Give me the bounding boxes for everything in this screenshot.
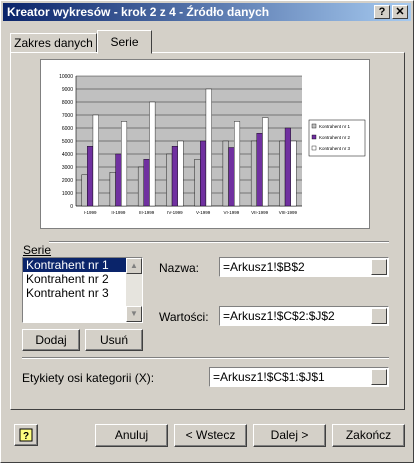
bar — [284, 127, 291, 207]
y-tick-label: 5000 — [62, 139, 73, 145]
next-label: Dalej > — [270, 428, 309, 442]
y-tick-label: 9000 — [62, 87, 73, 93]
bar — [137, 166, 145, 207]
chart-preview: 0 1000 2000 3000 4000 5000 6000 7000 8000 9000 100… — [40, 59, 370, 229]
values-label: Wartości: — [159, 310, 209, 324]
y-tick-label: 2000 — [62, 178, 73, 184]
bar — [87, 145, 94, 207]
add-series-button[interactable]: Dodaj — [22, 329, 80, 351]
remove-series-label: Usuń — [99, 333, 128, 347]
tab-series[interactable]: Serie — [97, 30, 152, 54]
close-button[interactable]: ✕ — [392, 5, 408, 19]
series-group-label-text: Serie — [23, 243, 52, 257]
tab-series-label: Serie — [110, 35, 139, 49]
legend-label: Kontrahent nr 2 — [319, 135, 351, 140]
series-name-field[interactable]: =Arkusz1!$B$2 — [219, 257, 389, 277]
legend-label: Kontrahent nr 1 — [319, 124, 351, 129]
x-tick-label: IV-1999 — [167, 210, 183, 215]
finish-label: Zakończ — [345, 428, 392, 442]
y-tick-label: 1000 — [62, 191, 73, 197]
next-button[interactable]: Dalej > — [253, 424, 326, 447]
series-list-item[interactable]: Kontrahent nr 3 — [23, 286, 142, 300]
help-button[interactable]: ? — [374, 5, 390, 19]
bar — [143, 158, 150, 207]
add-series-label: Dodaj — [35, 333, 67, 347]
cancel-label: Anuluj — [114, 428, 149, 442]
category-labels-field[interactable]: =Arkusz1!$C$1:$J$1 — [209, 367, 389, 387]
bar — [92, 114, 99, 207]
collapse-dialog-icon[interactable] — [371, 308, 387, 324]
bar — [262, 117, 269, 207]
tab-data-range[interactable]: Zakres danych — [10, 33, 97, 53]
back-label: < Wstecz — [185, 428, 236, 442]
y-tick-label: 10000 — [59, 74, 73, 80]
series-list[interactable]: Kontrahent nr 1 Kontrahent nr 2 Kontrahe… — [22, 257, 143, 323]
bar — [149, 101, 156, 207]
series-list-item[interactable]: Kontrahent nr 2 — [23, 272, 142, 286]
tab-data-range-label: Zakres danych — [14, 36, 93, 50]
series-name-value: =Arkusz1!$B$2 — [223, 260, 305, 274]
category-labels-value: =Arkusz1!$C$1:$J$1 — [213, 370, 325, 384]
chart-wizard-dialog: Kreator wykresów - krok 2 z 4 - Źródło d… — [0, 0, 414, 463]
series-list-item[interactable]: Kontrahent nr 1 — [23, 258, 142, 272]
x-tick-label: I-1999 — [84, 210, 97, 215]
bar — [279, 140, 286, 207]
x-tick-label: II-1999 — [111, 210, 126, 215]
bar — [81, 174, 88, 207]
bar — [120, 121, 128, 207]
series-list-scrollbar[interactable]: ▲ ▼ — [126, 258, 142, 322]
x-tick-label: VI-1999 — [223, 210, 239, 215]
title-bar: Kreator wykresów - krok 2 z 4 - Źródło d… — [3, 3, 411, 21]
x-tick-label: V-1999 — [196, 210, 211, 215]
bar — [200, 140, 207, 207]
bar — [256, 132, 263, 207]
category-labels-label: Etykiety osi kategorii (X): — [22, 371, 155, 385]
y-tick-label: 4000 — [62, 152, 73, 158]
y-tick-label: 6000 — [62, 126, 73, 132]
back-button[interactable]: < Wstecz — [174, 424, 247, 447]
bar — [177, 140, 184, 207]
series-values-field[interactable]: =Arkusz1!$C$2:$J$2 — [219, 306, 389, 326]
legend-label: Kontrahent nr 3 — [319, 146, 351, 151]
bar — [250, 140, 257, 207]
cancel-button[interactable]: Anuluj — [95, 424, 168, 447]
collapse-dialog-icon[interactable] — [371, 369, 387, 385]
office-assistant-button[interactable]: ? — [14, 424, 38, 446]
x-tick-label: III-1999 — [139, 210, 155, 215]
bar — [205, 88, 212, 207]
legend-swatch — [311, 123, 317, 129]
y-tick-label: 8000 — [62, 100, 73, 106]
bar — [228, 147, 235, 207]
remove-series-button[interactable]: Usuń — [85, 329, 143, 351]
scroll-up-icon[interactable]: ▲ — [126, 258, 142, 274]
chart-svg: 0 1000 2000 3000 4000 5000 6000 7000 8000 9000 100… — [59, 74, 366, 215]
x-tick-label: VII-1999 — [251, 210, 269, 215]
bar — [115, 153, 122, 207]
legend-swatch — [311, 134, 317, 140]
series-values-value: =Arkusz1!$C$2:$J$2 — [223, 309, 335, 323]
bar — [109, 171, 116, 207]
bar — [194, 158, 201, 207]
series-divider — [49, 241, 389, 243]
window-title: Kreator wykresów - krok 2 z 4 - Źródło d… — [7, 5, 270, 19]
x-tick-label: VIII-1999 — [279, 210, 298, 215]
svg-text:?: ? — [23, 431, 29, 442]
y-tick-label: 0 — [70, 204, 73, 210]
bar — [222, 140, 229, 207]
bar — [166, 153, 173, 207]
y-tick-label: 7000 — [62, 113, 73, 119]
help-icon: ? — [19, 428, 33, 442]
collapse-dialog-icon[interactable] — [371, 259, 387, 275]
bar — [290, 140, 297, 207]
bar — [233, 121, 241, 207]
name-label: Nazwa: — [159, 261, 200, 275]
finish-button[interactable]: Zakończ — [332, 424, 405, 447]
bar — [171, 145, 178, 207]
series-group-label: Serie — [23, 243, 51, 257]
scroll-down-icon[interactable]: ▼ — [126, 306, 142, 322]
category-divider — [22, 357, 389, 359]
y-tick-label: 3000 — [62, 165, 73, 171]
legend-swatch — [311, 145, 317, 151]
